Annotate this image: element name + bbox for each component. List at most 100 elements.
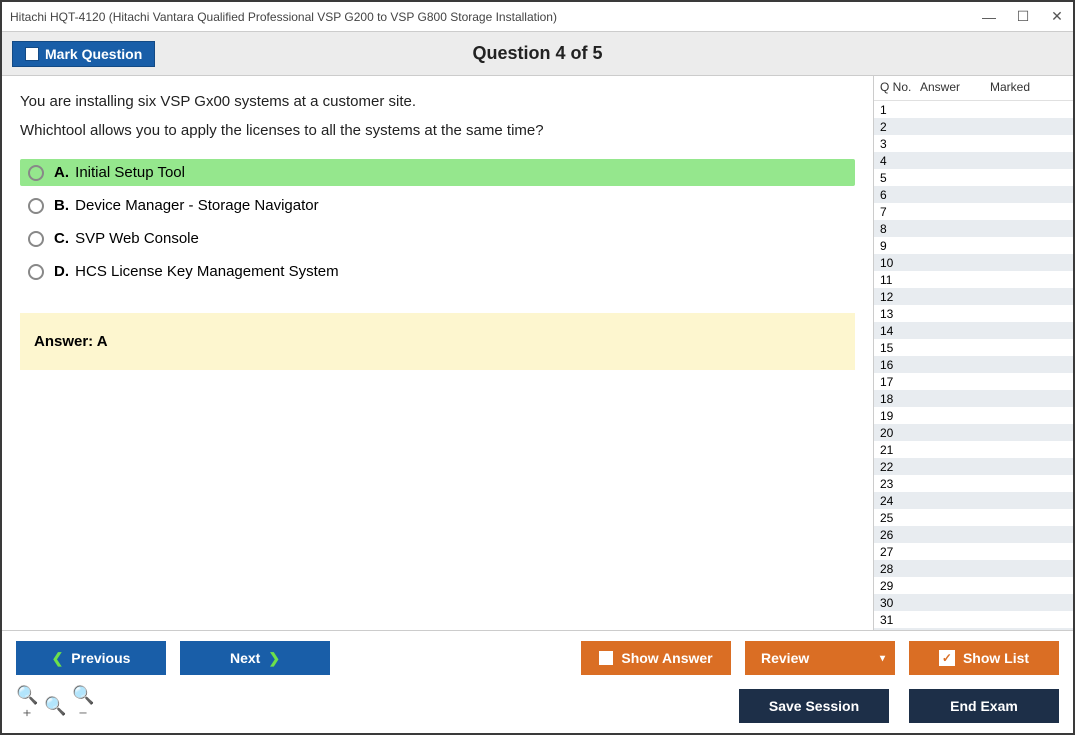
previous-label: Previous [71,650,130,666]
q-number: 2 [880,120,914,134]
q-number: 6 [880,188,914,202]
q-number: 13 [880,307,914,321]
show-list-label: Show List [963,650,1029,666]
table-row[interactable]: 9 [874,237,1073,254]
q-number: 11 [880,273,914,287]
table-row[interactable]: 2 [874,118,1073,135]
question-line-2: Whichtool allows you to apply the licens… [20,117,855,146]
col-m-label: Marked [990,80,1067,94]
option-c-letter: C. [54,230,69,247]
q-number: 12 [880,290,914,304]
q-number: 1 [880,103,914,117]
previous-button[interactable]: ❮ Previous [16,641,166,675]
option-b-letter: B. [54,197,69,214]
table-row[interactable]: 28 [874,560,1073,577]
table-row[interactable]: 13 [874,305,1073,322]
answer-box: Answer: A [20,313,855,370]
radio-icon [28,231,44,247]
table-row[interactable]: 29 [874,577,1073,594]
q-number: 22 [880,460,914,474]
question-number-label: Question 4 of 5 [472,43,602,64]
table-row[interactable]: 11 [874,271,1073,288]
mark-question-label: Mark Question [45,46,142,62]
close-icon[interactable]: ✕ [1049,8,1065,25]
q-number: 15 [880,341,914,355]
q-number: 21 [880,443,914,457]
sidebar-body[interactable]: 1234567891011121314151617181920212223242… [874,101,1073,630]
end-exam-button[interactable]: End Exam [909,689,1059,723]
table-row[interactable]: 14 [874,322,1073,339]
checkbox-icon [25,47,39,61]
header-bar: Mark Question Question 4 of 5 [2,32,1073,76]
show-list-button[interactable]: ✓ Show List [909,641,1059,675]
zoom-out-icon[interactable]: 🔍⁻ [72,685,94,727]
app-window: Hitachi HQT-4120 (Hitachi Vantara Qualif… [0,0,1075,735]
option-c[interactable]: C. SVP Web Console [20,225,855,252]
q-number: 29 [880,579,914,593]
table-row[interactable]: 3 [874,135,1073,152]
titlebar: Hitachi HQT-4120 (Hitachi Vantara Qualif… [2,2,1073,32]
q-number: 26 [880,528,914,542]
table-row[interactable]: 19 [874,407,1073,424]
table-row[interactable]: 7 [874,203,1073,220]
options-list: A. Initial Setup Tool B. Device Manager … [20,159,855,285]
option-d[interactable]: D. HCS License Key Management System [20,258,855,285]
maximize-icon[interactable]: ☐ [1015,8,1031,25]
table-row[interactable]: 24 [874,492,1073,509]
q-number: 31 [880,613,914,627]
table-row[interactable]: 16 [874,356,1073,373]
zoom-icon[interactable]: 🔍 [44,696,66,717]
sidebar-header: Q No. Answer Marked [874,76,1073,101]
table-row[interactable]: 12 [874,288,1073,305]
table-row[interactable]: 10 [874,254,1073,271]
q-number: 30 [880,596,914,610]
table-row[interactable]: 23 [874,475,1073,492]
radio-icon [28,264,44,280]
table-row[interactable]: 17 [874,373,1073,390]
question-line-1: You are installing six VSP Gx00 systems … [20,88,855,117]
table-row[interactable]: 25 [874,509,1073,526]
table-row[interactable]: 5 [874,169,1073,186]
next-button[interactable]: Next ❯ [180,641,330,675]
save-session-label: Save Session [769,698,859,714]
col-q-label: Q No. [880,80,920,94]
question-list-sidebar: Q No. Answer Marked 12345678910111213141… [873,76,1073,630]
minimize-icon[interactable]: — [981,9,997,25]
col-a-label: Answer [920,80,990,94]
option-b[interactable]: B. Device Manager - Storage Navigator [20,192,855,219]
footer-row-1: ❮ Previous Next ❯ Show Answer Review ▾ ✓… [16,641,1059,675]
q-number: 5 [880,171,914,185]
option-a-letter: A. [54,164,69,181]
table-row[interactable]: 30 [874,594,1073,611]
table-row[interactable]: 6 [874,186,1073,203]
table-row[interactable]: 20 [874,424,1073,441]
table-row[interactable]: 8 [874,220,1073,237]
q-number: 3 [880,137,914,151]
option-a[interactable]: A. Initial Setup Tool [20,159,855,186]
table-row[interactable]: 26 [874,526,1073,543]
review-button[interactable]: Review ▾ [745,641,895,675]
q-number: 8 [880,222,914,236]
table-row[interactable]: 1 [874,101,1073,118]
table-row[interactable]: 15 [874,339,1073,356]
chevron-left-icon: ❮ [52,650,64,667]
table-row[interactable]: 31 [874,611,1073,628]
mark-question-button[interactable]: Mark Question [12,41,155,67]
table-row[interactable]: 4 [874,152,1073,169]
table-row[interactable]: 27 [874,543,1073,560]
show-answer-button[interactable]: Show Answer [581,641,731,675]
q-number: 7 [880,205,914,219]
chevron-right-icon: ❯ [268,650,280,667]
option-c-text: SVP Web Console [75,230,199,247]
table-row[interactable]: 18 [874,390,1073,407]
q-number: 9 [880,239,914,253]
save-session-button[interactable]: Save Session [739,689,889,723]
table-row[interactable]: 21 [874,441,1073,458]
q-number: 28 [880,562,914,576]
option-b-text: Device Manager - Storage Navigator [75,197,318,214]
zoom-in-icon[interactable]: 🔍⁺ [16,685,38,727]
chevron-down-icon: ▾ [880,653,885,664]
table-row[interactable]: 22 [874,458,1073,475]
show-answer-label: Show Answer [621,650,712,666]
q-number: 16 [880,358,914,372]
